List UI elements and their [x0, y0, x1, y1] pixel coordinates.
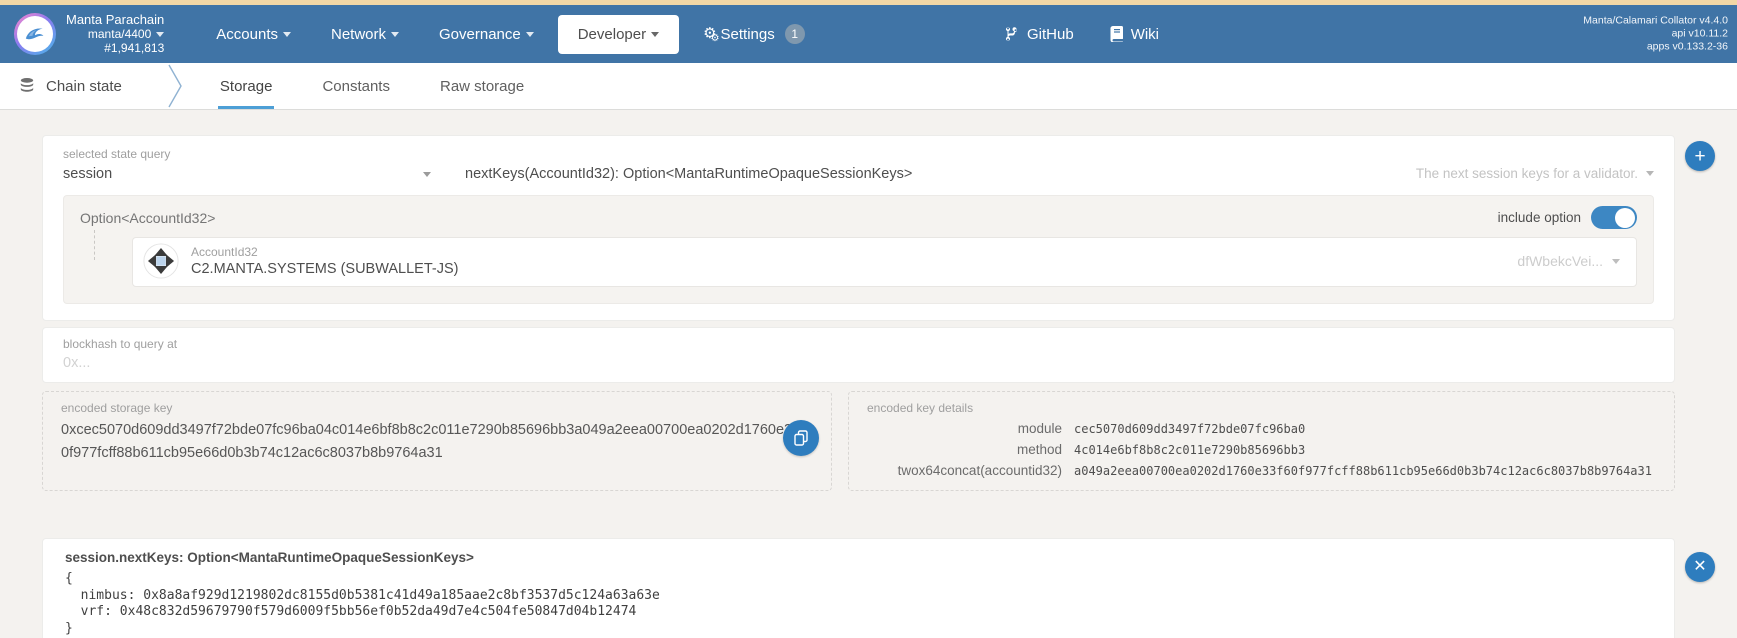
account-type-label: AccountId32	[191, 245, 258, 259]
gear-icon: ⚙⚙	[703, 25, 719, 44]
chevron-down-icon	[156, 32, 165, 38]
copy-button[interactable]	[783, 420, 819, 456]
settings-badge: 1	[784, 24, 805, 44]
detail-row-value: 4c014e6bf8b8c2c011e7290b85696bb3	[1074, 443, 1306, 457]
manta-logo-inner	[17, 16, 53, 52]
version-info: Manta/Calamari Collator v4.4.0 api v10.1…	[1583, 15, 1728, 54]
detail-row-name: twox64concat(accountid32)	[897, 463, 1062, 478]
tab-divider	[166, 63, 184, 109]
account-address-short: dfWbekcVei...	[1517, 253, 1620, 269]
result-line: {	[65, 571, 73, 586]
result-line: nimbus: 0x8a8af929d1219802dc8155d0b5381c…	[65, 587, 660, 603]
section-title: Chain state	[18, 63, 122, 109]
chevron-down-icon	[651, 31, 660, 37]
query-result-card: ✕ session.nextKeys: Option<MantaRuntimeO…	[42, 538, 1715, 638]
tab-storage[interactable]: Storage	[217, 63, 275, 109]
detail-row-value: cec5070d609dd3497f72bde07fc96ba0	[1074, 422, 1306, 436]
chevron-down-icon	[1612, 258, 1620, 264]
manta-fish-icon	[25, 28, 44, 40]
include-option-control: include option	[1498, 206, 1637, 229]
account-texts: AccountId32 C2.MANTA.SYSTEMS (SUBWALLET-…	[191, 245, 459, 277]
tab-bar: Chain state Storage Constants Raw storag…	[0, 63, 1737, 110]
detail-row-value: a049a2eea00700ea0202d1760e33f60f977fcff8…	[1074, 464, 1652, 478]
detail-row-name: method	[1016, 442, 1062, 457]
manta-logo[interactable]	[14, 13, 56, 55]
account-select-row[interactable]: AccountId32 C2.MANTA.SYSTEMS (SUBWALLET-…	[132, 237, 1637, 287]
encoded-key-details-box: encoded key details module cec5070d609dd…	[848, 391, 1675, 491]
tabs: Storage Constants Raw storage	[217, 63, 526, 109]
identicon	[143, 243, 179, 279]
param-type-label: Option<AccountId32>	[80, 209, 216, 226]
github-link[interactable]: GitHub	[1005, 26, 1074, 43]
git-branch-icon	[1005, 27, 1017, 41]
book-icon	[1110, 26, 1123, 42]
tab-raw-storage[interactable]: Raw storage	[438, 63, 526, 109]
query-label: selected state query	[63, 147, 171, 161]
encoded-key-value: 0xcec5070d609dd3497f72bde07fc96ba04c014e…	[61, 422, 813, 461]
chevron-down-icon	[525, 31, 534, 37]
blockhash-input[interactable]: 0x...	[63, 355, 1654, 371]
copy-icon	[794, 430, 808, 446]
nav-governance[interactable]: Governance	[423, 16, 550, 53]
wiki-link[interactable]: Wiki	[1110, 26, 1159, 43]
storage-signature: nextKeys(AccountId32): Option<MantaRunti…	[465, 166, 913, 182]
nav-network[interactable]: Network	[315, 16, 415, 53]
account-name: C2.MANTA.SYSTEMS (SUBWALLET-JS)	[191, 261, 459, 277]
query-row: session nextKeys(AccountId32): Option<Ma…	[63, 166, 1654, 182]
app-header: Manta Parachain manta/4400 #1,941,813 Ac…	[0, 5, 1737, 63]
pallet-select[interactable]: session	[63, 166, 431, 182]
key-details-grid: module cec5070d609dd3497f72bde07fc96ba0 …	[867, 421, 1656, 478]
chain-endpoint[interactable]: manta/4400	[66, 27, 165, 41]
method-select[interactable]: The next session keys for a validator.	[1416, 166, 1654, 181]
database-icon	[20, 78, 34, 92]
close-result-button[interactable]: ✕	[1685, 552, 1715, 582]
nav-developer[interactable]: Developer	[557, 14, 680, 54]
apps-version: apps v0.133.2-36	[1646, 40, 1728, 53]
page-content: + selected state query session nextKeys(…	[0, 110, 1737, 638]
nav-accounts[interactable]: Accounts	[200, 16, 307, 53]
include-option-label: include option	[1497, 210, 1581, 225]
chevron-down-icon	[423, 171, 431, 177]
param-guide-line	[94, 230, 95, 260]
detail-row-name: module	[1017, 421, 1062, 436]
main-nav: Accounts Network Governance Developer ⚙⚙…	[200, 14, 820, 54]
encoded-row: encoded storage key 0xcec5070d609dd3497f…	[42, 391, 1675, 491]
blockhash-label: blockhash to query at	[63, 337, 178, 351]
result-line: vrf: 0x48c832d59679790f579d6009f5bb56ef0…	[65, 604, 637, 619]
best-block-number: #1,941,813	[104, 41, 165, 55]
chevron-down-icon	[282, 31, 291, 37]
node-version: Manta/Calamari Collator v4.4.0	[1583, 14, 1728, 27]
toggle-knob	[1615, 207, 1635, 228]
chevron-down-icon	[1646, 171, 1654, 176]
include-option-toggle[interactable]	[1591, 206, 1637, 229]
state-query-card: + selected state query session nextKeys(…	[42, 135, 1715, 321]
add-query-button[interactable]: +	[1685, 141, 1715, 171]
option-header: Option<AccountId32> include option	[80, 206, 1637, 229]
result-line: }	[65, 620, 73, 636]
result-json: { nimbus: 0x8a8af929d1219802dc8155d0b538…	[65, 571, 1652, 637]
chevron-down-icon	[391, 31, 399, 37]
chain-info: Manta Parachain manta/4400 #1,941,813	[66, 12, 165, 55]
param-option-box: Option<AccountId32> include option Accou…	[63, 195, 1654, 304]
encoded-storage-key-box: encoded storage key 0xcec5070d609dd3497f…	[42, 391, 832, 491]
api-version: api v10.11.2	[1671, 27, 1728, 40]
result-header: session.nextKeys: Option<MantaRuntimeOpa…	[65, 550, 474, 565]
tab-constants[interactable]: Constants	[320, 63, 392, 109]
encoded-key-label: encoded storage key	[61, 401, 173, 415]
chain-name: Manta Parachain	[66, 12, 165, 27]
blockhash-card: blockhash to query at 0x...	[42, 327, 1675, 383]
key-details-label: encoded key details	[867, 401, 974, 415]
external-links: GitHub Wiki	[1005, 5, 1159, 63]
nav-settings[interactable]: ⚙⚙ Settings 1	[687, 14, 821, 54]
